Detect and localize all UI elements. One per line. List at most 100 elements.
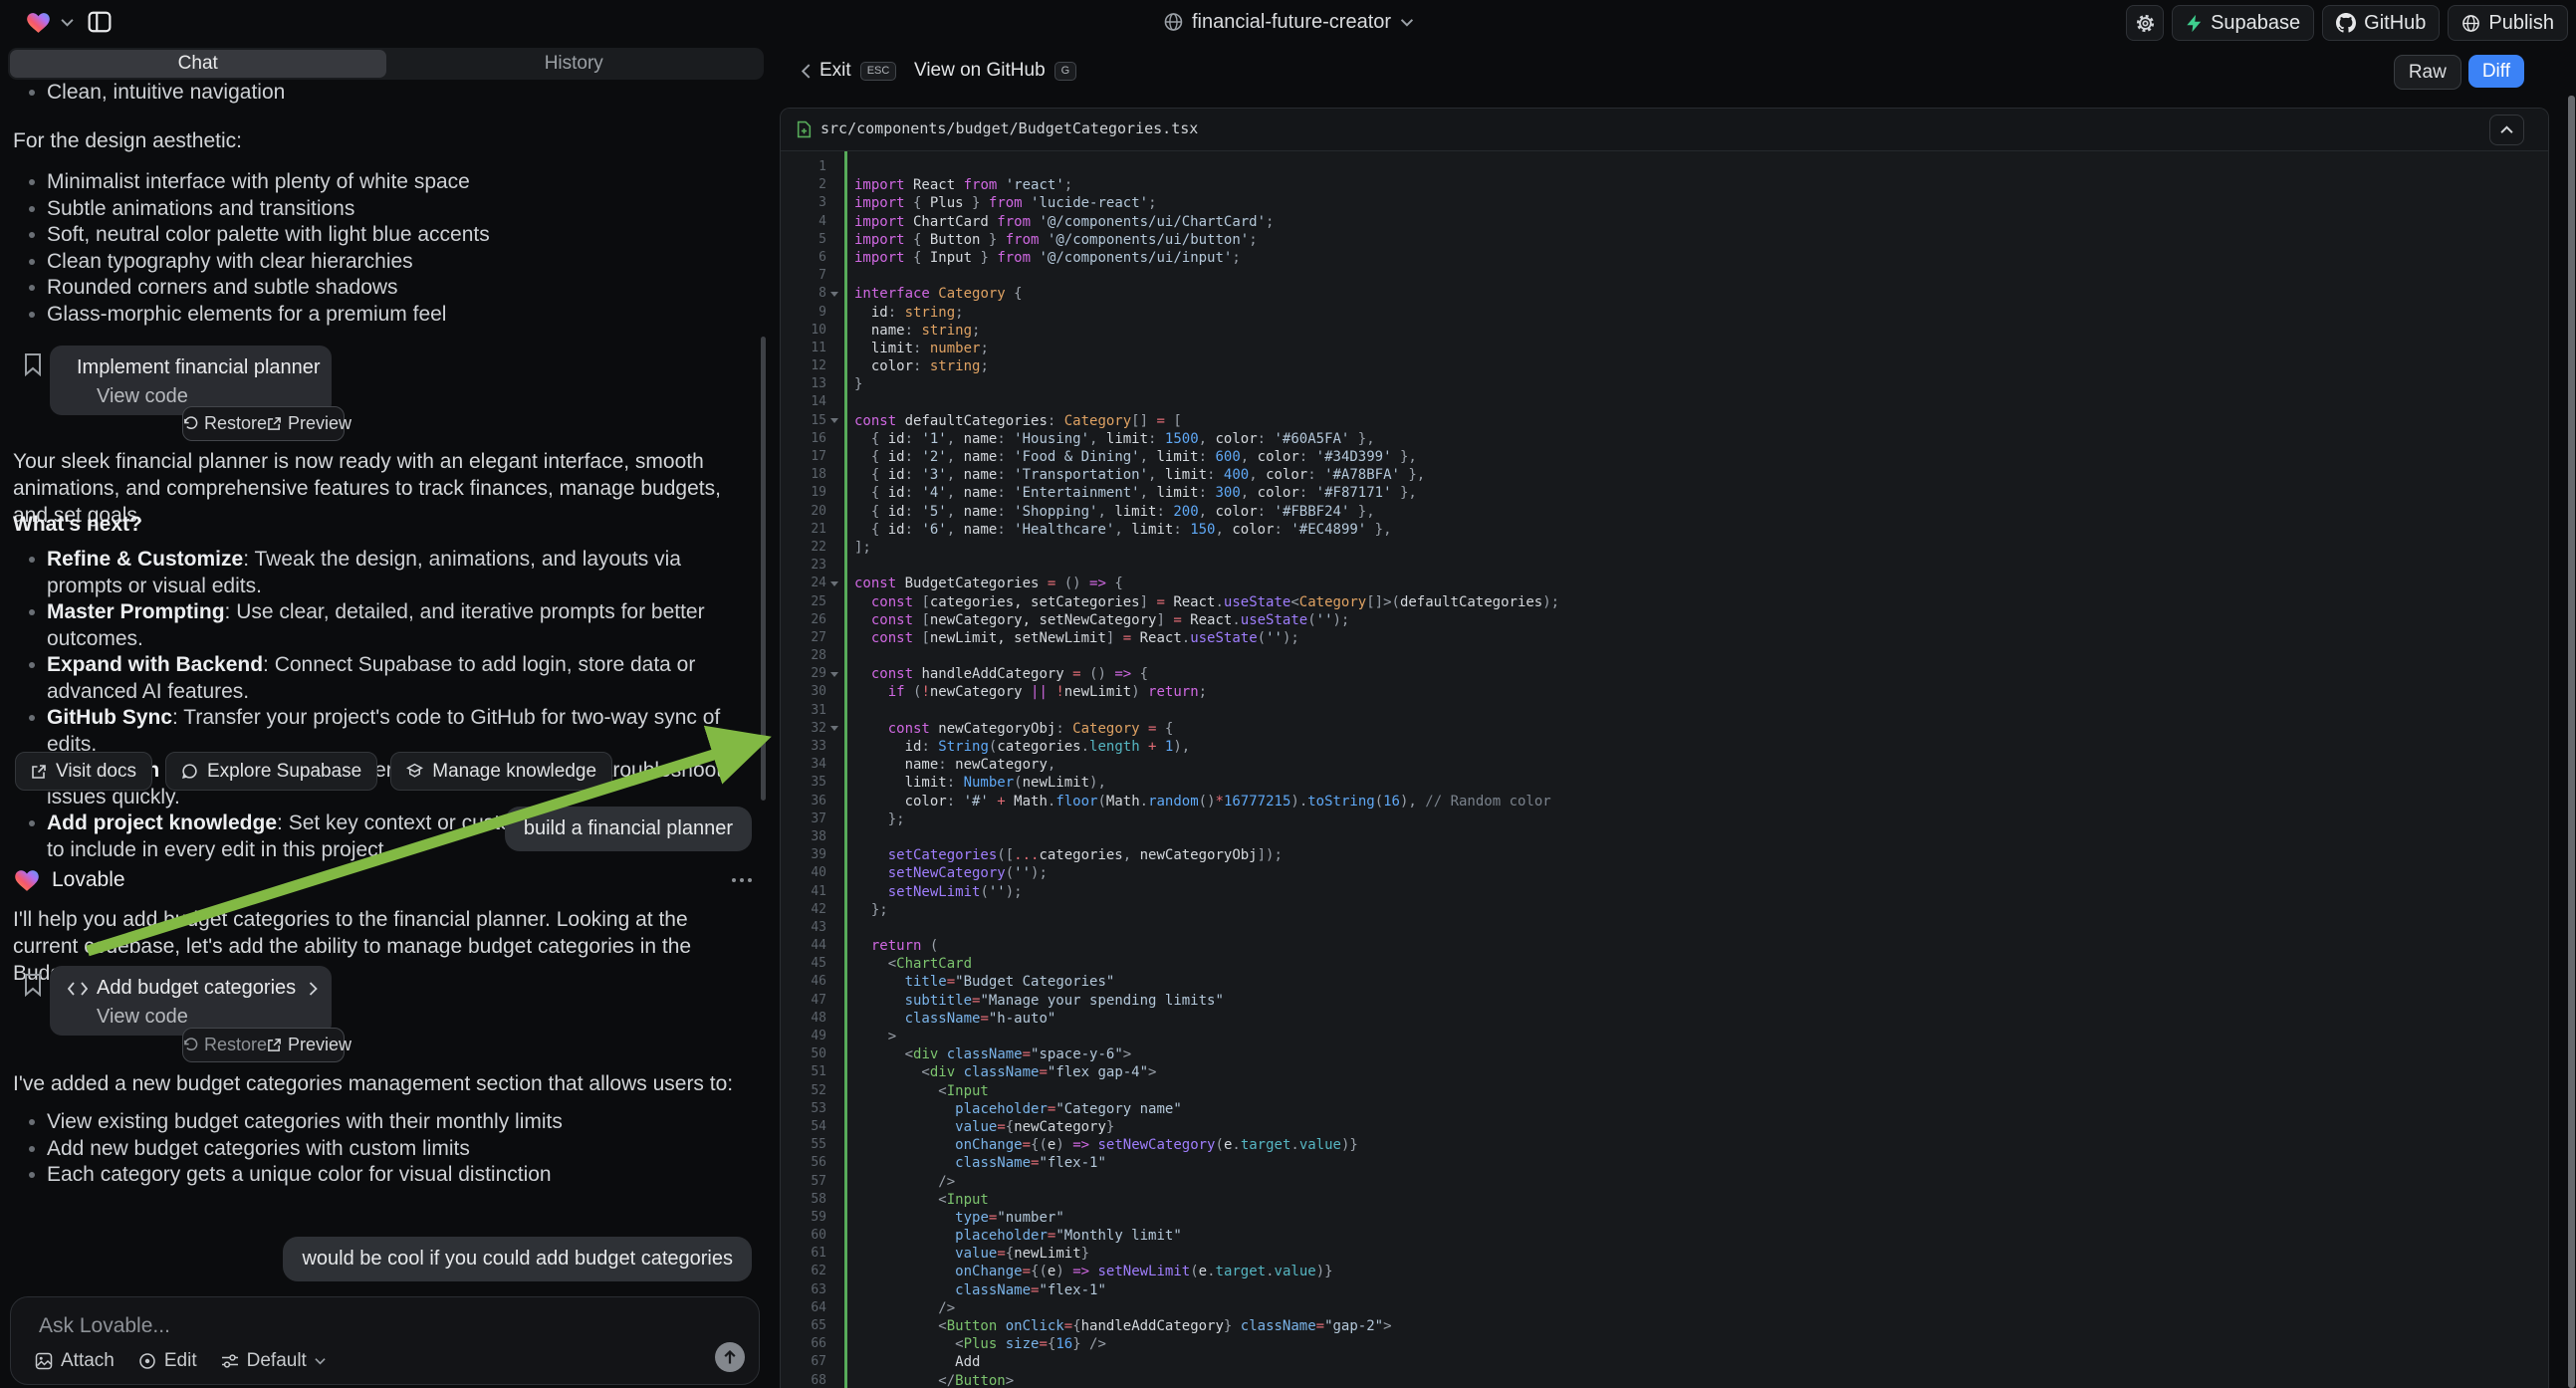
fold-gutter [826, 593, 842, 611]
fold-chevron-icon[interactable] [826, 665, 842, 683]
fold-gutter [826, 1082, 842, 1100]
line-number: 6 [781, 249, 826, 267]
line-number: 56 [781, 1154, 826, 1172]
knowledge-box-icon [406, 763, 423, 780]
restore-button[interactable]: Restore [183, 1035, 267, 1055]
line-number: 8 [781, 285, 826, 303]
github-button[interactable]: GitHub [2322, 5, 2440, 41]
edit-card-add-budget-categories[interactable]: Add budget categories View code [50, 966, 332, 1036]
code-text: placeholder="Monthly limit" [842, 1227, 1182, 1245]
line-number: 20 [781, 503, 826, 521]
code-line: 6 import { Input } from '@/components/ui/… [781, 249, 2548, 267]
settings-button[interactable] [2126, 5, 2164, 41]
line-number: 36 [781, 793, 826, 810]
logo-chevron-down-icon[interactable] [61, 18, 74, 27]
user-message: would be cool if you could add budget ca… [283, 1237, 752, 1281]
code-text: <div className="flex gap-4"> [842, 1063, 1156, 1081]
edit-mode-button[interactable]: Edit [138, 1350, 197, 1372]
project-menu[interactable]: financial-future-creator [1163, 0, 1413, 44]
chat-input[interactable] [37, 1313, 638, 1339]
more-options-icon[interactable] [732, 878, 752, 882]
bookmark-icon[interactable] [22, 352, 44, 376]
whats-next-heading: What's next? [13, 513, 142, 537]
view-code-link[interactable]: View code [97, 385, 318, 408]
gear-icon [2135, 13, 2156, 34]
code-line: 39 setCategories([...categories, newCate… [781, 846, 2548, 864]
list-item: Rounded corners and subtle shadows [13, 275, 748, 302]
list-item: GitHub Sync: Transfer your project's cod… [13, 705, 748, 758]
explore-supabase-button[interactable]: Explore Supabase [165, 752, 377, 791]
view-code-link[interactable]: View code [97, 1006, 318, 1029]
file-header[interactable]: src/components/budget/BudgetCategories.t… [781, 109, 2548, 151]
restore-button[interactable]: Restore [183, 413, 267, 434]
chat-scrollbar[interactable] [761, 337, 766, 801]
list-item: Minimalist interface with plenty of whit… [13, 169, 748, 196]
fold-gutter [826, 973, 842, 991]
preview-button[interactable]: Preview [267, 413, 351, 434]
fold-gutter [826, 267, 842, 285]
line-number: 34 [781, 756, 826, 774]
fold-chevron-icon[interactable] [826, 285, 842, 303]
code-text: import { Input } from '@/components/ui/i… [842, 249, 1241, 267]
line-number: 13 [781, 375, 826, 393]
lovable-logo[interactable] [26, 11, 51, 34]
tab-history[interactable]: History [386, 50, 763, 78]
code-text: } [842, 375, 862, 393]
edit-card-implement-planner[interactable]: Implement financial planner View code [50, 346, 332, 415]
code-text: Add [842, 1353, 980, 1371]
fold-gutter [826, 448, 842, 466]
send-button[interactable] [715, 1342, 745, 1372]
code-scrollbar[interactable] [2568, 96, 2575, 1388]
code-text: import { Plus } from 'lucide-react'; [842, 194, 1157, 212]
supabase-button[interactable]: Supabase [2172, 5, 2314, 41]
fold-chevron-icon[interactable] [826, 412, 842, 430]
code-text: { id: '6', name: 'Healthcare', limit: 15… [842, 521, 1392, 539]
code-line: 51 <div className="flex gap-4"> [781, 1063, 2548, 1081]
manage-knowledge-button[interactable]: Manage knowledge [390, 752, 612, 791]
fold-gutter [826, 304, 842, 322]
exit-button[interactable]: Exit ESC [802, 60, 896, 82]
fold-gutter [826, 864, 842, 882]
line-number: 40 [781, 864, 826, 882]
publish-button[interactable]: Publish [2448, 5, 2568, 41]
fold-chevron-icon[interactable] [826, 575, 842, 592]
code-editor[interactable]: 12import React from 'react';3import { Pl… [781, 151, 2548, 1388]
line-number: 11 [781, 340, 826, 357]
line-number: 15 [781, 412, 826, 430]
toggle-sidebar-button[interactable] [84, 6, 116, 38]
fold-gutter [826, 629, 842, 647]
code-text: color: string; [842, 357, 989, 375]
tab-chat[interactable]: Chat [10, 50, 386, 78]
arrow-up-icon [723, 1350, 737, 1365]
line-number: 30 [781, 683, 826, 701]
visit-docs-button[interactable]: Visit docs [15, 752, 152, 791]
line-number: 61 [781, 1245, 826, 1263]
code-text [842, 393, 854, 411]
line-number: 12 [781, 357, 826, 375]
bookmark-icon[interactable] [22, 973, 44, 997]
code-text: setNewLimit(''); [842, 883, 1023, 901]
fold-chevron-icon[interactable] [826, 720, 842, 738]
code-text: import React from 'react'; [842, 176, 1072, 194]
code-line: 54 value={newCategory} [781, 1118, 2548, 1136]
code-line: 34 name: newCategory, [781, 756, 2548, 774]
assistant-name: Lovable [52, 868, 720, 892]
code-text: onChange={(e) => setNewLimit(e.target.va… [842, 1263, 1333, 1280]
attach-button[interactable]: Attach [35, 1350, 115, 1372]
view-on-github-button[interactable]: View on GitHub G [914, 60, 1076, 82]
topbar-left-group [26, 0, 116, 44]
line-number: 39 [781, 846, 826, 864]
fold-gutter [826, 919, 842, 937]
diff-button[interactable]: Diff [2468, 55, 2524, 88]
collapse-file-button[interactable] [2489, 115, 2524, 145]
raw-button[interactable]: Raw [2394, 55, 2461, 90]
line-number: 38 [781, 828, 826, 846]
code-line: 14 [781, 393, 2548, 411]
code-text: }; [842, 810, 905, 828]
mode-select[interactable]: Default [221, 1350, 326, 1372]
preview-button[interactable]: Preview [267, 1035, 351, 1055]
code-text: limit: number; [842, 340, 989, 357]
code-text: const handleAddCategory = () => { [842, 665, 1148, 683]
fold-gutter [826, 1245, 842, 1263]
code-text [842, 919, 854, 937]
